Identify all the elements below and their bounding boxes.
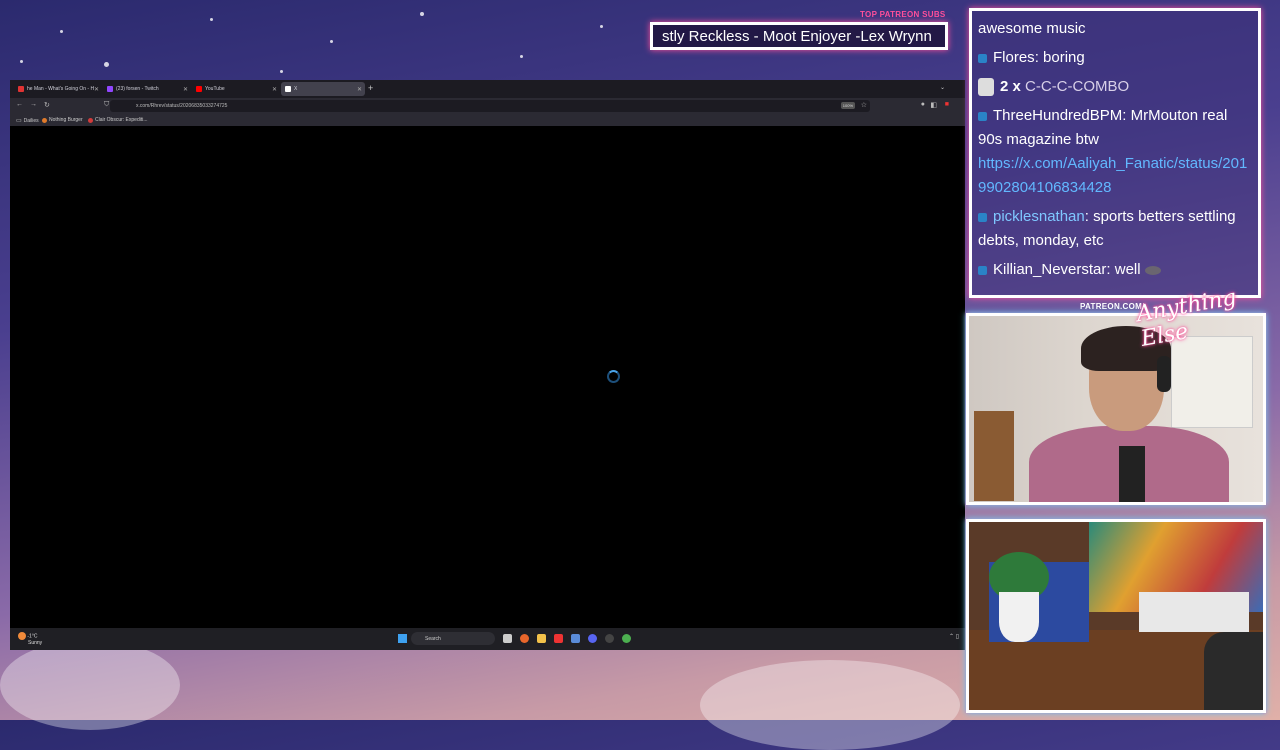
cam-shelf bbox=[974, 411, 1014, 501]
bookmark-favicon-icon bbox=[42, 117, 47, 123]
chat-text: well bbox=[1114, 261, 1141, 278]
shield-icon[interactable]: ⛉ bbox=[104, 101, 109, 109]
chat-badge-icon bbox=[978, 265, 987, 275]
star-icon[interactable]: ☆ bbox=[861, 101, 867, 109]
taskbar-search-input[interactable]: Search bbox=[411, 632, 495, 645]
windows-start-icon[interactable] bbox=[398, 634, 407, 643]
x-favicon-icon bbox=[285, 86, 291, 92]
patreon-ticker: stly Reckless - Moot Enjoyer -Lex Wrynn bbox=[650, 22, 948, 50]
microphone-icon bbox=[1119, 446, 1145, 502]
bookmark-label: Clair Obscur: Expediti... bbox=[95, 117, 148, 123]
rock-emote-icon bbox=[1144, 265, 1161, 275]
headset-icon bbox=[1157, 356, 1171, 392]
chat-message: ThreeHundredBPM: MrMouton real 90s magaz… bbox=[978, 104, 1252, 200]
tab-label: (23) forsen - Twitch bbox=[116, 86, 159, 92]
bookmark-label: Dailies bbox=[23, 117, 39, 124]
url-bar[interactable]: x.com/Rhrev/status/20206835033274725 bbox=[110, 100, 870, 112]
close-icon[interactable]: ✕ bbox=[272, 86, 277, 93]
chat-message: awesome music bbox=[978, 17, 1252, 41]
extension-icon[interactable]: ■ bbox=[945, 101, 949, 108]
twitch-favicon-icon bbox=[107, 86, 113, 92]
chat-message: Flores: boring bbox=[978, 46, 1252, 70]
chat-combo: 2 x C-C-C-COMBO bbox=[978, 75, 1252, 99]
room-chair bbox=[1204, 632, 1263, 710]
bookmark-label: Nothing Burger bbox=[49, 117, 83, 123]
browser-tab[interactable]: he Man - What's Going On - H ✕ bbox=[14, 82, 102, 96]
chat-text: awesome music bbox=[978, 20, 1086, 37]
bg-cloud bbox=[700, 660, 960, 750]
folder-icon[interactable] bbox=[537, 634, 546, 643]
browser-window: he Man - What's Going On - H ✕ (23) fors… bbox=[10, 80, 965, 650]
obs-icon[interactable] bbox=[605, 634, 614, 643]
discord-icon[interactable] bbox=[588, 634, 597, 643]
app-icon[interactable] bbox=[554, 634, 563, 643]
bookmark-item[interactable]: ▭ Dailies bbox=[16, 117, 39, 125]
chat-badge-icon bbox=[978, 212, 987, 222]
ticker-text: stly Reckless - Moot Enjoyer -Lex Wrynn bbox=[662, 28, 932, 45]
folder-icon: ▭ bbox=[16, 118, 22, 124]
steam-icon[interactable] bbox=[571, 634, 580, 643]
weather-temp: -1°C bbox=[27, 633, 38, 640]
back-icon[interactable]: ← bbox=[16, 101, 23, 108]
reload-icon[interactable]: ↻ bbox=[44, 101, 50, 109]
loading-spinner-icon bbox=[607, 370, 620, 383]
cam-dresser bbox=[1171, 336, 1253, 428]
room-console bbox=[1139, 592, 1249, 632]
chrome-icon[interactable] bbox=[622, 634, 631, 643]
chat-username: Flores bbox=[993, 49, 1035, 66]
zoom-level[interactable]: 100% bbox=[840, 102, 855, 109]
search-placeholder: Search bbox=[425, 635, 441, 642]
webcam-feed bbox=[966, 313, 1266, 505]
bookmarks-bar: ▭ Dailies Nothing Burger Clair Obscur: E… bbox=[10, 114, 965, 126]
weather-desc: Sunny bbox=[28, 640, 43, 646]
new-tab-button[interactable]: + bbox=[368, 83, 373, 93]
bookmark-item[interactable]: Nothing Burger bbox=[42, 117, 83, 123]
room-pot bbox=[999, 592, 1039, 642]
weather-widget[interactable]: -1°C Sunny bbox=[18, 632, 42, 646]
patreon-title: TOP PATREON SUBS bbox=[860, 10, 946, 19]
firefox-icon[interactable] bbox=[520, 634, 529, 643]
url-text: x.com/Rhrev/status/20206835033274725 bbox=[136, 103, 228, 109]
close-icon[interactable]: ✕ bbox=[183, 86, 188, 93]
browser-tab-active[interactable]: X ✕ bbox=[281, 82, 365, 96]
browser-tab[interactable]: (23) forsen - Twitch ✕ bbox=[103, 82, 191, 96]
chat-username: Killian_Neverstar bbox=[993, 261, 1107, 278]
task-view-icon[interactable] bbox=[503, 634, 512, 643]
room-cam-feed bbox=[966, 519, 1266, 713]
bg-cloud bbox=[0, 640, 180, 730]
combo-count: 2 x bbox=[1000, 78, 1021, 95]
chat-message: Killian_Neverstar: well bbox=[978, 258, 1252, 282]
browser-tab[interactable]: YouTube ✕ bbox=[192, 82, 280, 96]
emote-icon bbox=[978, 78, 994, 97]
chat-panel: awesome music Flores: boring 2 x C-C-C-C… bbox=[969, 8, 1261, 298]
extension-icon[interactable]: ● bbox=[921, 101, 925, 108]
extension-icon[interactable]: ◧ bbox=[930, 101, 937, 109]
taskbar: -1°C Sunny Search ⌃ ▯ bbox=[10, 628, 965, 650]
sun-icon bbox=[18, 632, 26, 640]
tab-label: he Man - What's Going On - H bbox=[27, 86, 95, 92]
chat-username: ThreeHundredBPM bbox=[993, 107, 1123, 124]
chat-badge-icon bbox=[978, 53, 987, 63]
close-icon[interactable]: ✕ bbox=[94, 86, 99, 93]
forward-icon[interactable]: → bbox=[30, 101, 37, 108]
navigation-bar: ← → ↻ ⛉ x.com/Rhrev/status/2020683503327… bbox=[10, 98, 965, 114]
chevron-down-icon[interactable]: ⌄ bbox=[940, 84, 945, 91]
chat-username: picklesnathan bbox=[993, 208, 1085, 225]
bookmark-favicon-icon bbox=[88, 117, 93, 123]
youtube-favicon-icon bbox=[18, 86, 24, 92]
close-icon[interactable]: ✕ bbox=[357, 86, 362, 93]
chat-text: boring bbox=[1043, 49, 1085, 66]
chat-message: picklesnathan: sports betters settling d… bbox=[978, 208, 1236, 249]
system-tray-icon[interactable]: ⌃ ▯ bbox=[949, 633, 959, 640]
tab-label: YouTube bbox=[205, 86, 225, 92]
chat-badge-icon bbox=[978, 111, 987, 121]
bookmark-item[interactable]: Clair Obscur: Expediti... bbox=[88, 117, 148, 123]
tab-label: X bbox=[294, 86, 298, 92]
combo-text: C-C-C-COMBO bbox=[1025, 78, 1130, 95]
chat-messages: awesome music Flores: boring 2 x C-C-C-C… bbox=[978, 17, 1252, 287]
youtube-favicon-icon bbox=[196, 86, 202, 92]
tab-bar: he Man - What's Going On - H ✕ (23) fors… bbox=[10, 80, 965, 98]
chat-link[interactable]: https://x.com/Aaliyah_Fanatic/status/201… bbox=[978, 152, 1252, 200]
